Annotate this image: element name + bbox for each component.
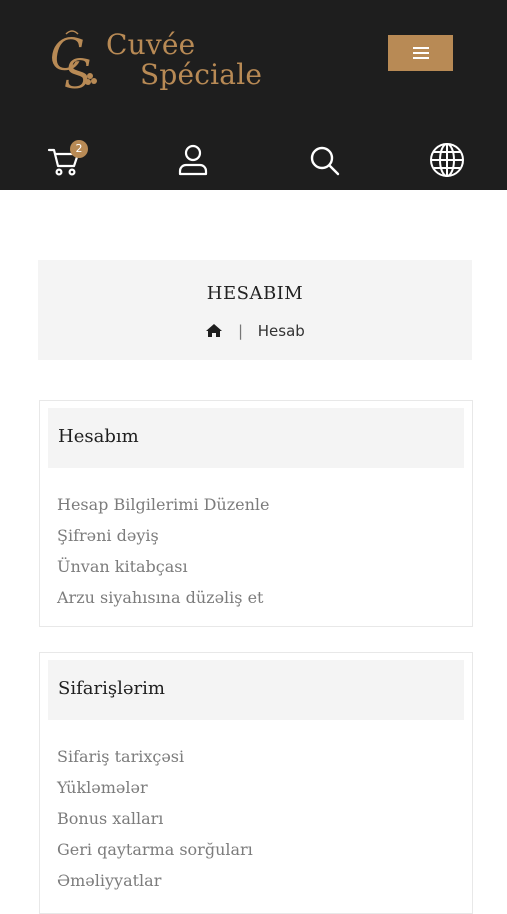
monogram-logo-icon: C S [50, 30, 97, 96]
search-icon[interactable] [304, 140, 344, 180]
breadcrumb-separator: | [237, 322, 243, 340]
account-card-title: Hesabım [58, 426, 139, 447]
link-address-book[interactable]: Ünvan kitabçası [57, 551, 270, 582]
page-title: HESABIM [206, 283, 304, 304]
home-icon[interactable] [205, 323, 223, 338]
brand-line1: Cuvée [106, 28, 196, 61]
account-card: Hesabım Hesap Bilgilerimi Düzenle Şifrən… [39, 400, 473, 627]
orders-card: Sifarişlərim Sifariş tarixçəsi Yükləmələ… [39, 652, 473, 914]
orders-card-title: Sifarişlərim [58, 678, 165, 699]
breadcrumb-current[interactable]: Hesab [258, 322, 305, 340]
svg-text:S: S [64, 52, 91, 96]
link-change-password[interactable]: Şifrəni dəyiş [57, 520, 270, 551]
brand-line2: Spéciale [140, 58, 263, 91]
account-link-list: Hesap Bilgilerimi Düzenle Şifrəni dəyiş … [57, 489, 270, 613]
link-transactions[interactable]: Əməliyyatlar [57, 865, 253, 896]
link-reward-points[interactable]: Bonus xalları [57, 803, 253, 834]
menu-button[interactable] [388, 35, 453, 71]
link-edit-wishlist[interactable]: Arzu siyahısına düzəliş et [57, 582, 270, 613]
link-edit-account[interactable]: Hesap Bilgilerimi Düzenle [57, 489, 270, 520]
site-header: C S Cuvée Spéciale 2 [0, 0, 507, 190]
user-icon[interactable] [173, 140, 213, 180]
cart-count-badge: 2 [70, 140, 88, 158]
brand-logo[interactable]: C S Cuvée Spéciale [46, 26, 276, 100]
page-title-box: HESABIM | Hesab [38, 260, 472, 360]
brand-wordmark: Cuvée Spéciale [106, 30, 262, 90]
account-card-header: Hesabım [48, 408, 464, 468]
orders-card-header: Sifarişlərim [48, 660, 464, 720]
link-returns[interactable]: Geri qaytarma sorğuları [57, 834, 253, 865]
orders-link-list: Sifariş tarixçəsi Yükləmələr Bonus xalla… [57, 741, 253, 896]
header-icon-bar [0, 130, 507, 186]
link-order-history[interactable]: Sifariş tarixçəsi [57, 741, 253, 772]
breadcrumb: | Hesab [38, 322, 472, 340]
link-downloads[interactable]: Yükləmələr [57, 772, 253, 803]
globe-icon[interactable] [427, 140, 467, 180]
hamburger-icon [413, 47, 429, 60]
